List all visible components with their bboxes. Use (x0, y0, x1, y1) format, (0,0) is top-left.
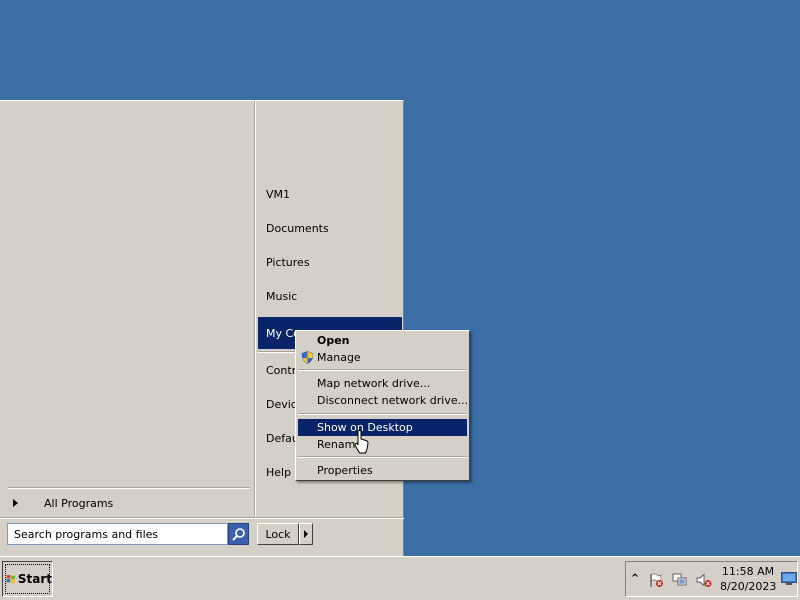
show-hidden-icons-button[interactable]: ^ (630, 572, 640, 586)
context-item-label: Map network drive... (317, 377, 431, 390)
context-item-show-on-desktop[interactable]: Show on Desktop (298, 419, 467, 436)
action-center-flag-icon[interactable] (648, 572, 664, 588)
pinned-programs-pane (1, 102, 254, 515)
start-item-vm1[interactable]: VM1 (258, 179, 402, 209)
context-item-label: Manage (317, 351, 361, 364)
pane-divider (254, 101, 256, 519)
clock-date: 8/20/2023 (720, 580, 777, 593)
context-item-map-network-drive[interactable]: Map network drive... (298, 375, 467, 392)
arrow-right-icon (13, 499, 18, 507)
context-menu: Open Manage Map network drive... Disconn… (295, 330, 470, 481)
start-button[interactable]: Start (2, 561, 53, 597)
shield-icon (301, 351, 314, 364)
arrow-right-icon (304, 530, 308, 538)
context-divider (298, 456, 467, 458)
context-item-label: Disconnect network drive... (317, 394, 469, 407)
search-icon (232, 527, 245, 541)
context-item-manage[interactable]: Manage (298, 349, 467, 366)
clock[interactable]: 11:58 AM 8/20/2023 (720, 564, 776, 596)
search-divider (0, 517, 404, 519)
context-item-properties[interactable]: Properties (298, 462, 467, 479)
all-programs-divider (8, 487, 250, 489)
start-item-label: Music (266, 289, 298, 303)
lock-label: Lock (265, 527, 291, 541)
start-item-pictures[interactable]: Pictures (258, 247, 402, 277)
search-placeholder: Search programs and files (14, 527, 159, 541)
start-item-music[interactable]: Music (258, 281, 402, 311)
mouse-cursor-icon (354, 430, 369, 454)
start-item-label: Contr (266, 363, 297, 377)
start-item-label: VM1 (266, 187, 291, 201)
lock-button[interactable]: Lock (257, 523, 299, 545)
context-item-open[interactable]: Open (298, 332, 467, 349)
show-desktop-icon[interactable] (781, 572, 797, 586)
all-programs-label: All Programs (44, 496, 114, 510)
start-item-label: Documents (266, 221, 329, 235)
search-input[interactable]: Search programs and files (7, 523, 228, 545)
shutdown-options-button[interactable] (299, 523, 313, 545)
context-item-label: Properties (317, 464, 373, 477)
taskbar: Start ^ 11:58 AM 8/20/2023 (0, 556, 800, 600)
volume-muted-icon[interactable] (696, 572, 712, 588)
all-programs-button[interactable]: All Programs (8, 492, 250, 514)
context-divider (298, 369, 467, 371)
context-item-rename[interactable]: Rename (298, 436, 467, 453)
context-divider (298, 413, 467, 415)
search-button[interactable] (228, 523, 249, 545)
start-item-label: Defau (266, 431, 299, 445)
start-label: Start (17, 572, 52, 586)
network-icon[interactable] (672, 572, 688, 588)
system-tray: ^ 11:58 AM 8/20/2023 (625, 561, 798, 597)
clock-time: 11:58 AM (721, 565, 775, 578)
start-item-documents[interactable]: Documents (258, 213, 402, 243)
context-item-label: Open (317, 334, 350, 347)
windows-logo-icon (6, 574, 16, 584)
context-item-disconnect-network-drive[interactable]: Disconnect network drive... (298, 392, 469, 409)
start-item-label: Pictures (266, 255, 310, 269)
